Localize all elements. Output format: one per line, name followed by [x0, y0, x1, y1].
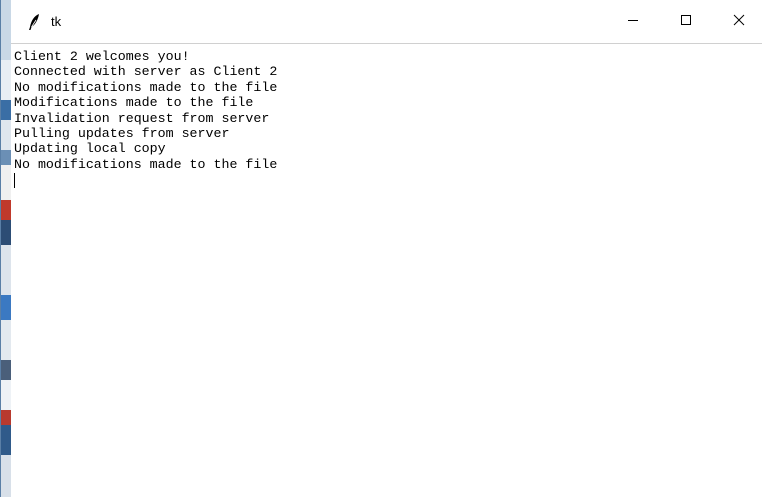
text-widget[interactable]: Client 2 welcomes you! Connected with ser…: [14, 49, 759, 495]
minimize-button[interactable]: [610, 0, 656, 44]
text-line: Client 2 welcomes you!: [14, 49, 190, 64]
text-line: Modifications made to the file: [14, 95, 254, 111]
text-cursor: [14, 173, 15, 189]
text-content[interactable]: Client 2 welcomes you! Connected with ser…: [14, 49, 759, 189]
text-line: Updating local copy: [14, 141, 166, 157]
minimize-icon: [627, 13, 639, 31]
text-line: Connected with server as Client 2: [14, 64, 278, 80]
text-line: No modifications made to the file: [14, 156, 278, 172]
window-title: tk: [51, 14, 62, 29]
close-button[interactable]: [716, 0, 762, 44]
text-line: Pulling updates from server: [14, 125, 230, 141]
background-window-edge: [1, 0, 11, 497]
maximize-button[interactable]: [663, 0, 709, 44]
text-line: No modifications made to the file: [14, 79, 278, 95]
text-line: Invalidation request from server: [14, 110, 270, 126]
close-icon: [733, 13, 745, 31]
tk-window: tk Client 2 welcomes you! Connected with…: [0, 0, 762, 497]
maximize-icon: [680, 13, 692, 31]
title-bar[interactable]: tk: [11, 0, 762, 44]
feather-icon: [27, 13, 41, 31]
